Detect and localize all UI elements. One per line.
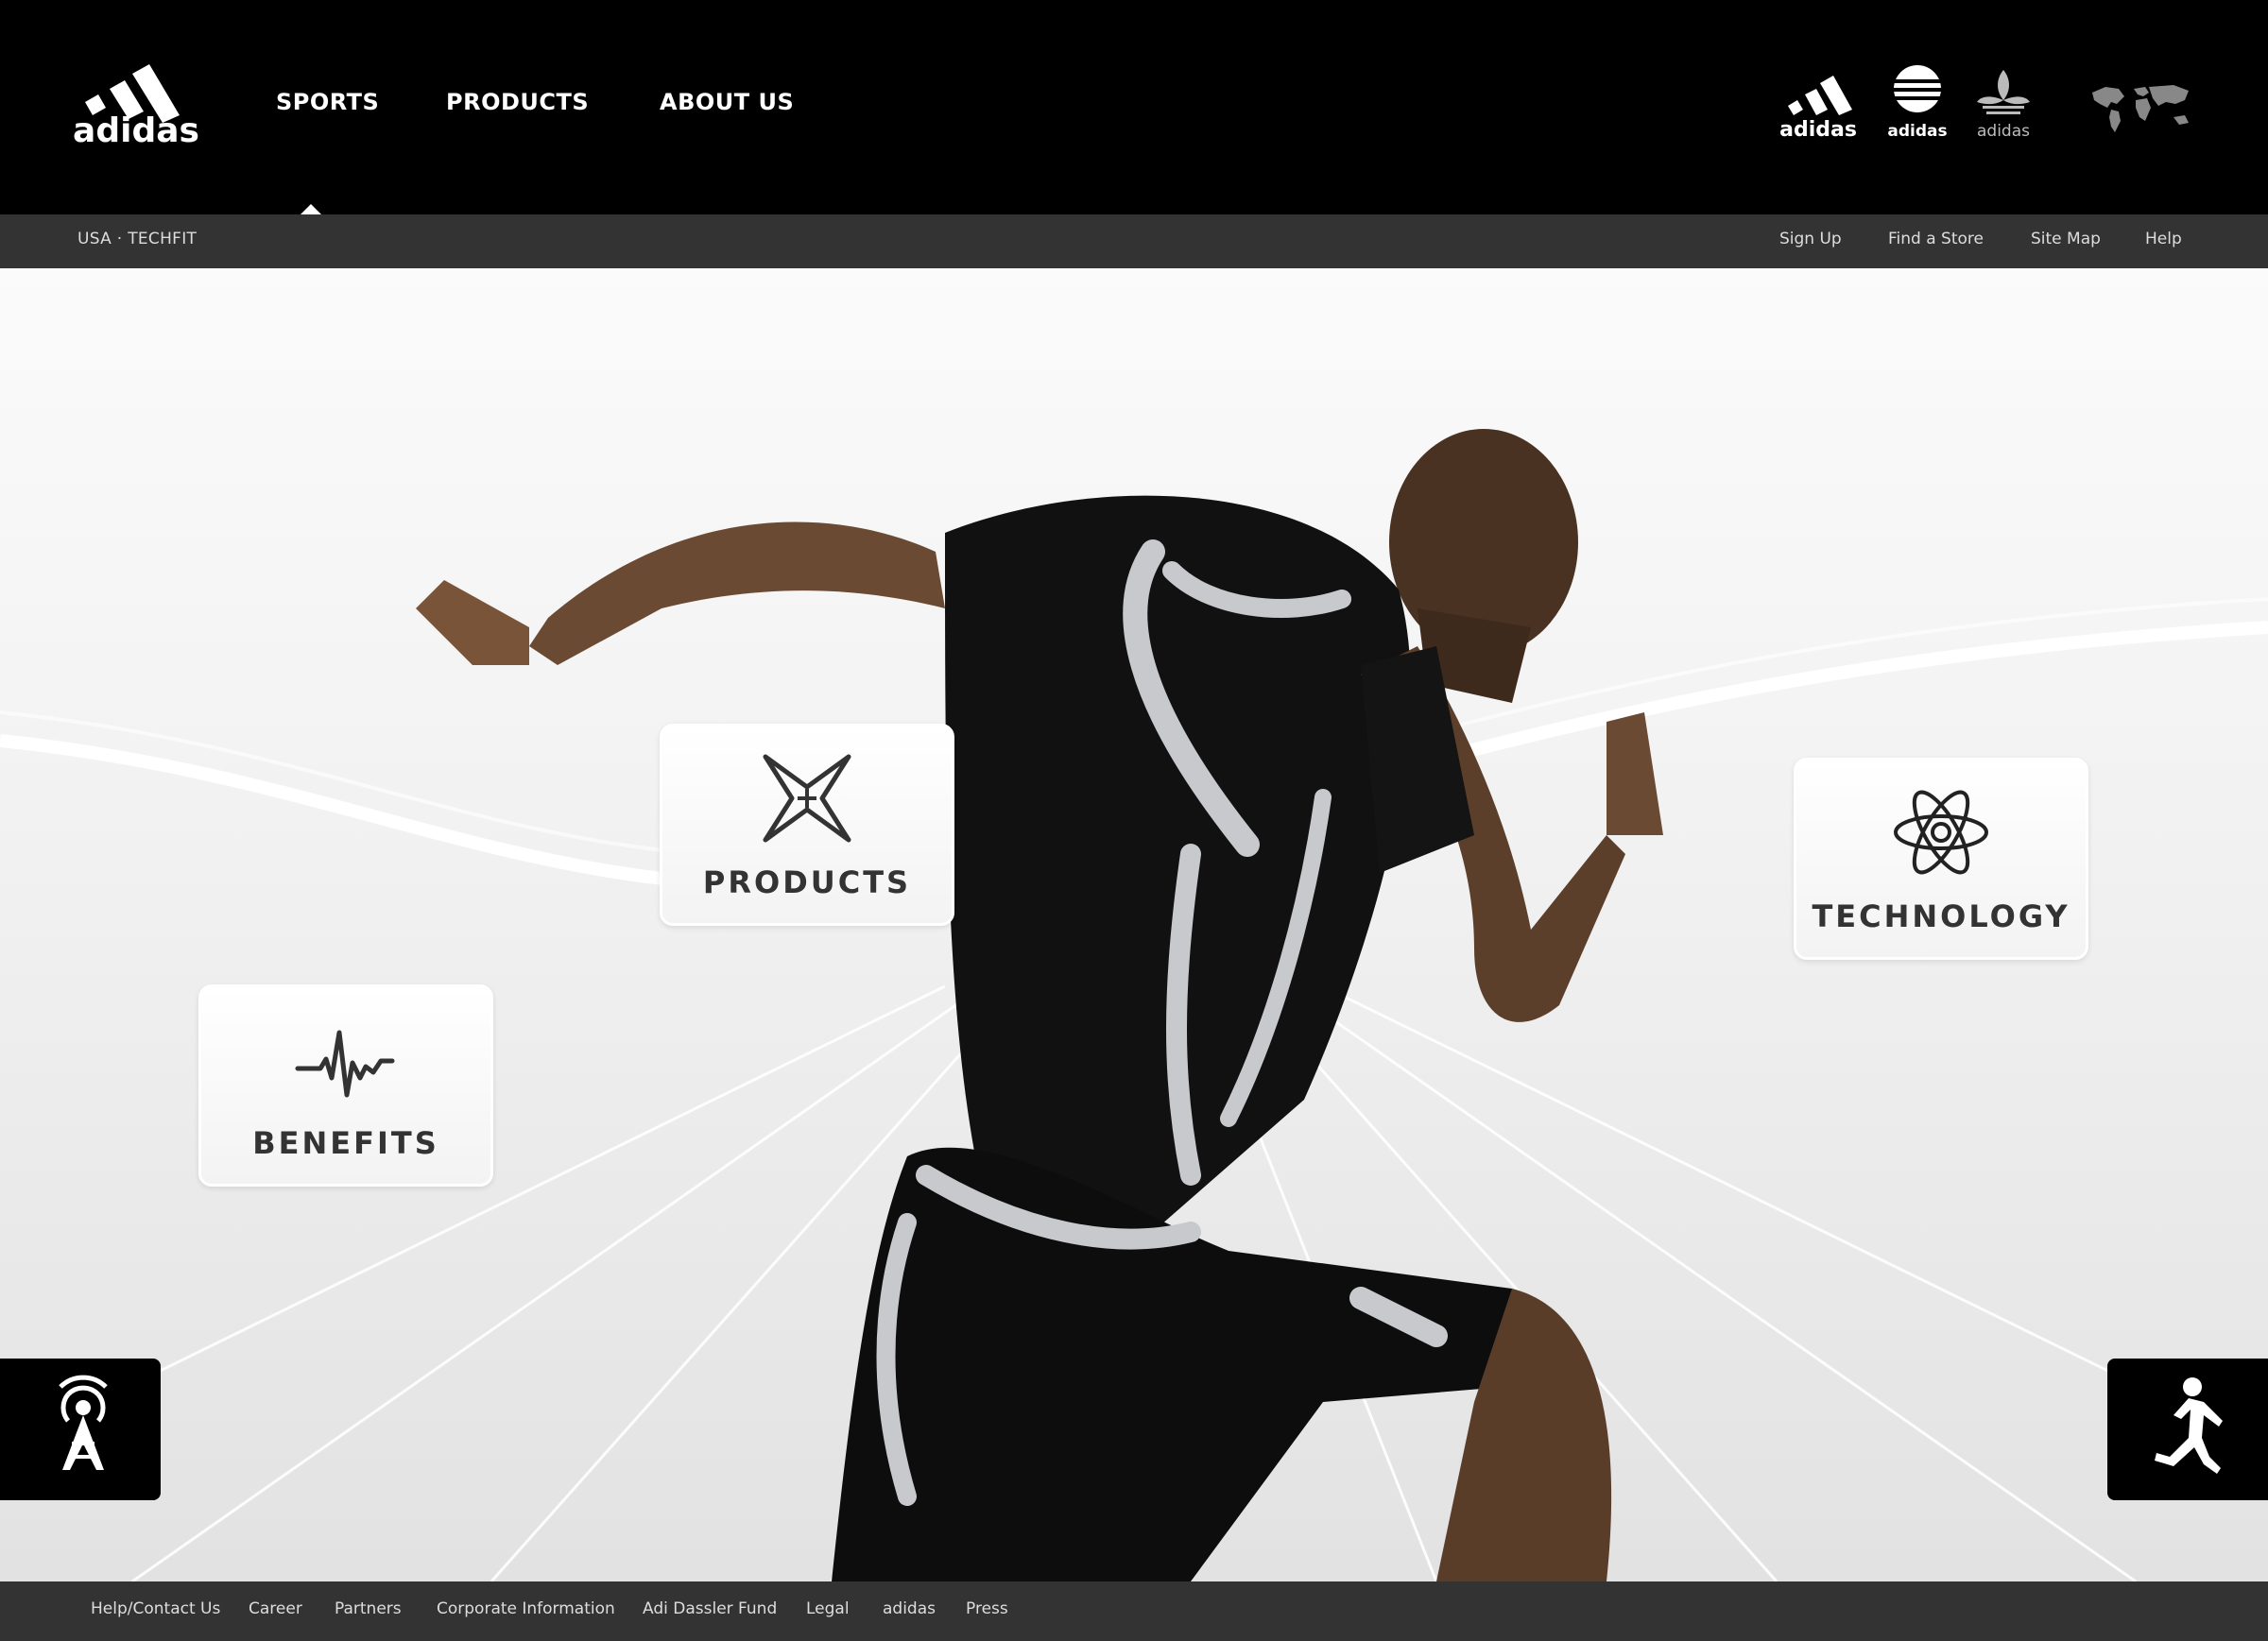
products-tile-label: PRODUCTS	[702, 864, 912, 900]
breadcrumb[interactable]: USA · TECHFIT	[77, 230, 197, 248]
footer-career[interactable]: Career	[249, 1599, 302, 1618]
site-map-link[interactable]: Site Map	[2031, 230, 2101, 248]
adidas-originals-logo[interactable]: adidas	[1969, 57, 2037, 142]
top-navigation: adidas SPORTS PRODUCTS ABOUT US adidas a…	[0, 0, 2268, 214]
nav-sports[interactable]: SPORTS	[276, 89, 379, 115]
brand-style-label: adidas	[1887, 122, 1947, 141]
footer-partners[interactable]: Partners	[335, 1599, 402, 1618]
footer-help-contact[interactable]: Help/Contact Us	[91, 1599, 220, 1618]
runner-icon	[2155, 1377, 2223, 1474]
brand-originals-label: adidas	[1977, 122, 2030, 141]
footer-adi-dassler-fund[interactable]: Adi Dassler Fund	[643, 1599, 777, 1618]
adidas-style-logo[interactable]: adidas	[1884, 57, 1950, 142]
adidas-logo[interactable]: adidas	[70, 53, 202, 144]
technology-tile-label: TECHNOLOGY	[1812, 898, 2070, 934]
products-tile[interactable]: PRODUCTS	[660, 724, 954, 926]
hero-stage: PRODUCTS TECHNOLOGY BENEFITS	[0, 268, 2268, 1581]
athlete-image	[416, 429, 1663, 1581]
broadcast-tower-icon	[59, 1375, 108, 1470]
brand-perf-label: adidas	[1780, 118, 1857, 140]
heartbeat-icon	[295, 1030, 395, 1098]
nav-products[interactable]: PRODUCTS	[446, 89, 589, 115]
logo-wordmark: adidas	[73, 111, 199, 144]
benefits-tile-label: BENEFITS	[252, 1125, 439, 1161]
footer: Help/Contact Us Career Partners Corporat…	[0, 1581, 2268, 1641]
footer-legal[interactable]: Legal	[806, 1599, 850, 1618]
technology-tile[interactable]: TECHNOLOGY	[1794, 758, 2088, 960]
star-x-icon	[763, 754, 851, 843]
footer-press[interactable]: Press	[966, 1599, 1008, 1618]
benefits-tile[interactable]: BENEFITS	[198, 984, 493, 1187]
footer-adidas[interactable]: adidas	[883, 1599, 936, 1618]
atom-icon	[1894, 790, 1988, 875]
utility-bar: USA · TECHFIT Sign Up Find a Store Site …	[0, 214, 2268, 268]
world-map-icon[interactable]	[2087, 79, 2198, 136]
broadcast-button[interactable]	[0, 1359, 161, 1500]
find-store-link[interactable]: Find a Store	[1888, 230, 1984, 248]
active-nav-caret	[301, 204, 321, 214]
footer-corporate-info[interactable]: Corporate Information	[437, 1599, 615, 1618]
nav-about-us[interactable]: ABOUT US	[660, 89, 794, 115]
runner-button[interactable]	[2107, 1359, 2268, 1500]
help-link[interactable]: Help	[2145, 230, 2182, 248]
sign-up-link[interactable]: Sign Up	[1779, 230, 1842, 248]
adidas-performance-logo[interactable]: adidas	[1780, 57, 1858, 140]
